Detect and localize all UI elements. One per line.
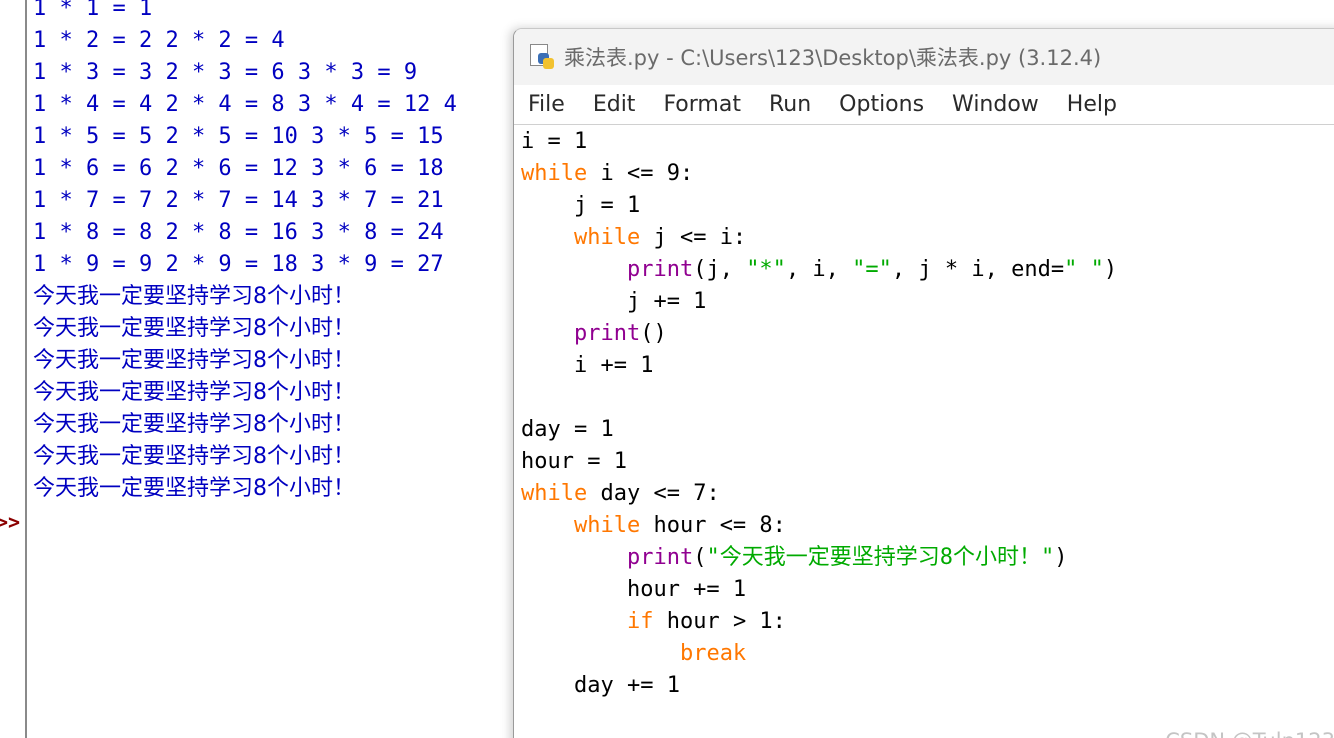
code-builtin: print xyxy=(626,545,694,570)
shell-output-line: 1 * 4 = 4 2 * 4 = 8 3 * 4 = 12 4 xyxy=(33,92,457,117)
code-text: , j * i, end= xyxy=(891,257,1065,282)
shell-output-line: 今天我一定要坚持学习8个小时！ xyxy=(33,316,355,341)
code-text: hour = 1 xyxy=(521,449,627,474)
code-line: hour = 1 xyxy=(521,446,1334,478)
code-keyword: while xyxy=(573,225,641,250)
code-text: , i, xyxy=(785,257,853,282)
editor-titlebar[interactable]: 乘法表.py - C:\Users\123\Desktop\乘法表.py (3.… xyxy=(514,29,1334,85)
code-text: () xyxy=(640,321,667,346)
code-builtin: print xyxy=(626,257,694,282)
menu-item-help[interactable]: Help xyxy=(1067,92,1117,117)
code-line: day += 1 xyxy=(521,670,1334,702)
code-string: "今天我一定要坚持学习8个小时！" xyxy=(706,545,1055,570)
code-text: j += 1 xyxy=(521,289,707,314)
menu-bar: File Edit Format Run Options Window Help xyxy=(514,85,1334,125)
shell-output-line: 1 * 9 = 9 2 * 9 = 18 3 * 9 = 27 xyxy=(33,252,444,277)
shell-output-line: 1 * 2 = 2 2 * 2 = 4 xyxy=(33,28,285,53)
code-editor[interactable]: i = 1 while i <= 9: j = 1 while j <= i: p… xyxy=(521,126,1334,702)
code-text: hour += 1 xyxy=(521,577,747,602)
code-line: print(j, "*", i, "=", j * i, end=" ") xyxy=(521,254,1334,286)
code-line: j = 1 xyxy=(521,190,1334,222)
shell-output-line: 1 * 1 = 1 xyxy=(33,0,153,21)
shell-output-line: 今天我一定要坚持学习8个小时！ xyxy=(33,476,355,501)
code-text: hour > 1: xyxy=(653,609,786,634)
code-line: if hour > 1: xyxy=(521,606,1334,638)
code-line: i = 1 xyxy=(521,126,1334,158)
python-file-icon xyxy=(530,44,556,70)
code-line: while i <= 9: xyxy=(521,158,1334,190)
menu-item-file[interactable]: File xyxy=(528,92,565,117)
code-text: j <= i: xyxy=(640,225,747,250)
code-text: (j, xyxy=(693,257,747,282)
shell-output[interactable]: 1 * 1 = 1 1 * 2 = 2 2 * 2 = 4 1 * 3 = 3 2 … xyxy=(33,0,553,505)
code-line: while hour <= 8: xyxy=(521,510,1334,542)
code-string: "*" xyxy=(746,257,786,282)
menu-item-edit[interactable]: Edit xyxy=(593,92,636,117)
code-builtin: print xyxy=(573,321,641,346)
shell-output-line: 1 * 6 = 6 2 * 6 = 12 3 * 6 = 18 xyxy=(33,156,444,181)
code-text: ) xyxy=(1054,545,1068,570)
shell-output-line: 今天我一定要坚持学习8个小时！ xyxy=(33,412,355,437)
code-line: j += 1 xyxy=(521,286,1334,318)
code-line: while j <= i: xyxy=(521,222,1334,254)
code-line: while day <= 7: xyxy=(521,478,1334,510)
code-text: i = 1 xyxy=(521,129,588,154)
code-text: day = 1 xyxy=(521,417,614,442)
code-text: i += 1 xyxy=(521,353,654,378)
code-text: day += 1 xyxy=(521,673,680,698)
code-text: j = 1 xyxy=(521,193,641,218)
watermark: CSDN @Tulp123 xyxy=(1165,729,1334,738)
editor-window[interactable]: 乘法表.py - C:\Users\123\Desktop\乘法表.py (3.… xyxy=(513,28,1334,738)
code-text: hour <= 8: xyxy=(640,513,786,538)
code-text: i <= 9: xyxy=(587,161,694,186)
shell-output-line: 今天我一定要坚持学习8个小时！ xyxy=(33,380,355,405)
shell-prompt[interactable]: >> xyxy=(0,506,20,538)
shell-output-line: 1 * 7 = 7 2 * 7 = 14 3 * 7 = 21 xyxy=(33,188,444,213)
code-keyword: break xyxy=(679,641,747,666)
code-string: "=" xyxy=(852,257,892,282)
shell-output-line: 今天我一定要坚持学习8个小时！ xyxy=(33,444,355,469)
code-keyword: while xyxy=(521,481,588,506)
code-line: i += 1 xyxy=(521,350,1334,382)
menu-item-format[interactable]: Format xyxy=(663,92,741,117)
code-keyword: while xyxy=(521,161,588,186)
window-title: 乘法表.py - C:\Users\123\Desktop\乘法表.py (3.… xyxy=(564,46,1102,70)
shell-output-line: 1 * 8 = 8 2 * 8 = 16 3 * 8 = 24 xyxy=(33,220,444,245)
code-keyword: while xyxy=(573,513,641,538)
code-line: print("今天我一定要坚持学习8个小时！") xyxy=(521,542,1334,574)
menu-item-run[interactable]: Run xyxy=(769,92,811,117)
shell-gutter xyxy=(25,0,27,738)
shell-output-line: 今天我一定要坚持学习8个小时！ xyxy=(33,284,355,309)
code-line: day = 1 xyxy=(521,414,1334,446)
code-line: print() xyxy=(521,318,1334,350)
code-text: ( xyxy=(693,545,707,570)
menu-item-window[interactable]: Window xyxy=(952,92,1039,117)
code-text: day <= 7: xyxy=(587,481,720,506)
code-keyword: if xyxy=(626,609,654,634)
menu-item-options[interactable]: Options xyxy=(839,92,924,117)
shell-output-line: 1 * 3 = 3 2 * 3 = 6 3 * 3 = 9 xyxy=(33,60,418,85)
code-string: " " xyxy=(1064,257,1104,282)
code-line: hour += 1 xyxy=(521,574,1334,606)
shell-output-line: 1 * 5 = 5 2 * 5 = 10 3 * 5 = 15 xyxy=(33,124,444,149)
code-text: ) xyxy=(1103,257,1118,282)
shell-output-line: 今天我一定要坚持学习8个小时！ xyxy=(33,348,355,373)
code-line: break xyxy=(521,638,1334,670)
